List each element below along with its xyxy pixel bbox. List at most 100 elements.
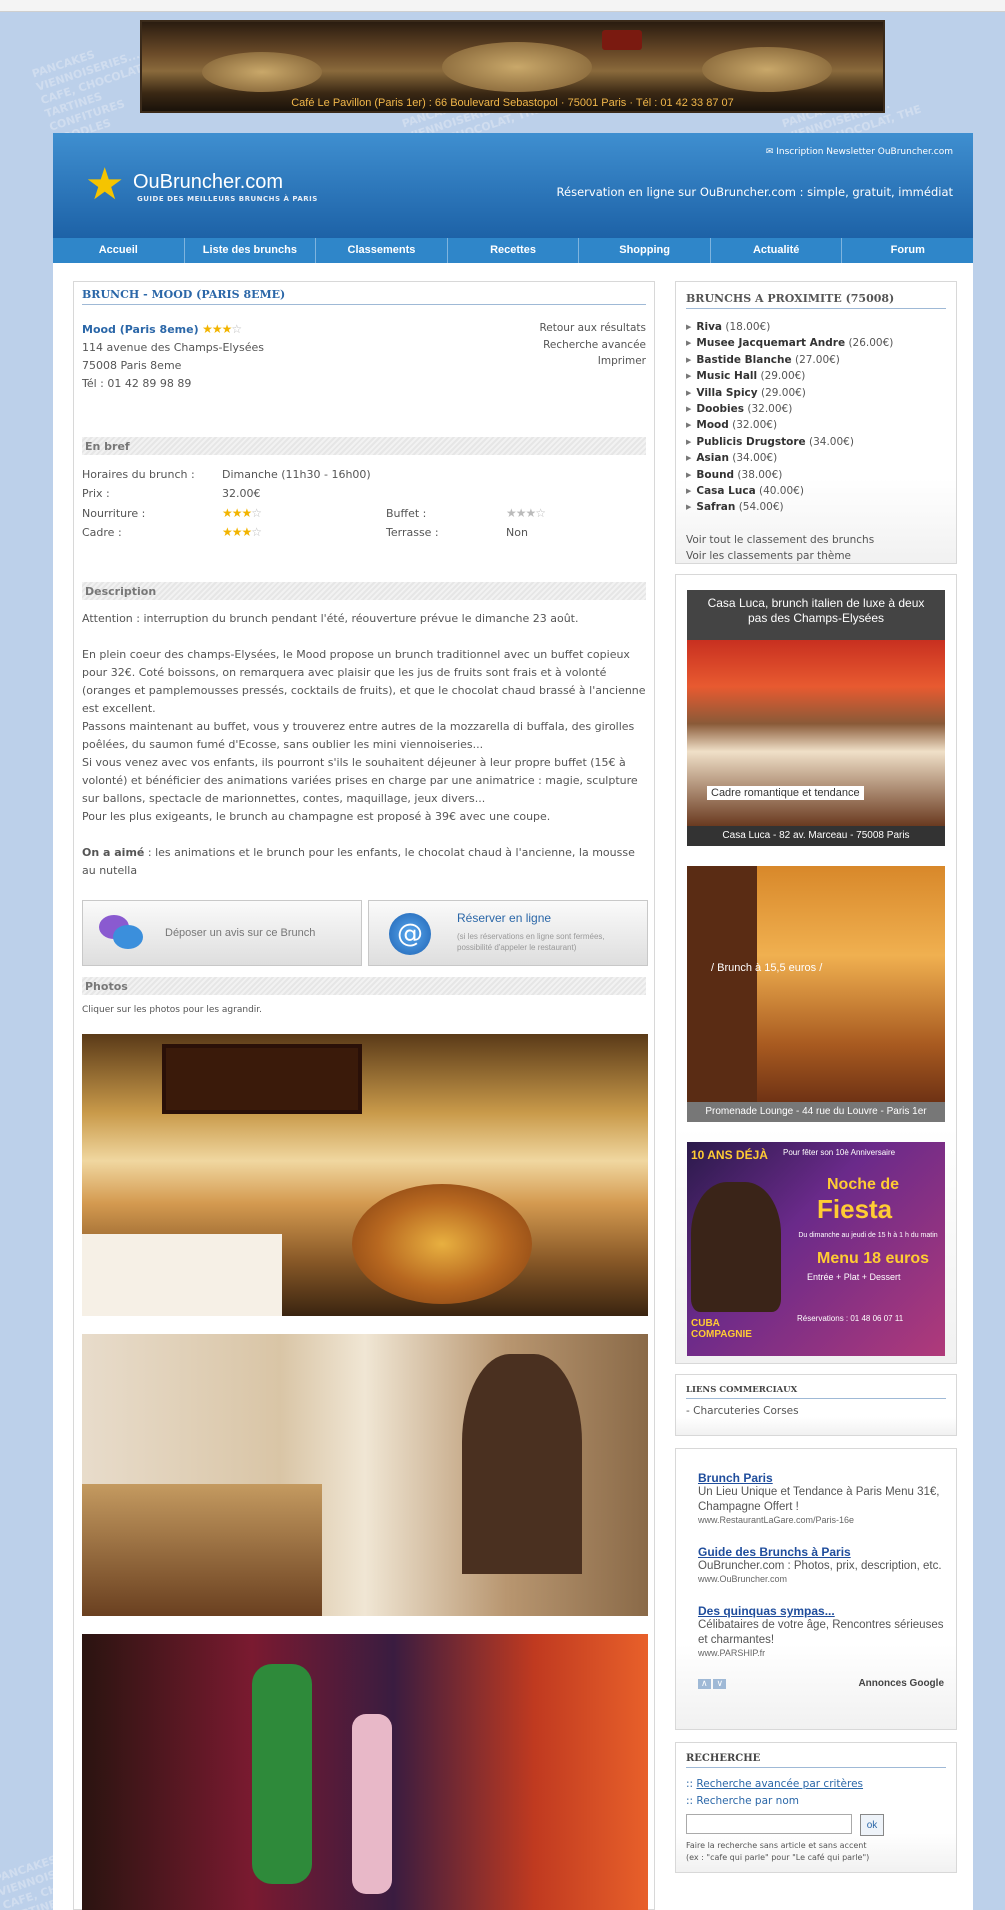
google-ad-title[interactable]: Des quinquas sympas...	[698, 1604, 944, 1618]
nav-accueil[interactable]: Accueil	[53, 238, 185, 263]
banner-caption: Café Le Pavillon (Paris 1er) : 66 Boulev…	[291, 97, 734, 109]
star-logo-icon: ★	[85, 159, 125, 210]
en-bref-heading: En bref	[82, 437, 646, 455]
description-p3: Si vous venez avec vos enfants, ils pour…	[82, 756, 638, 805]
nav-actualite[interactable]: Actualité	[711, 238, 843, 263]
proximite-item[interactable]: Doobies (32.00€)	[686, 401, 946, 417]
google-ad-url[interactable]: www.OuBruncher.com	[698, 1574, 944, 1584]
site-logo[interactable]: OuBruncher.com	[133, 171, 283, 194]
ads-box: Casa Luca, brunch italien de luxe à deux…	[675, 574, 957, 1364]
speech-bubbles-icon	[99, 913, 143, 953]
google-ad-title[interactable]: Guide des Brunchs à Paris	[698, 1545, 944, 1559]
search-input[interactable]	[686, 1814, 852, 1834]
charcuteries-corses-link[interactable]: - Charcuteries Corses	[686, 1405, 946, 1417]
see-all-rankings-link[interactable]: Voir tout le classement des brunchs	[686, 532, 946, 548]
photos-hint: Cliquer sur les photos pour les agrandir…	[82, 1005, 263, 1015]
print-link[interactable]: Imprimer	[539, 353, 646, 370]
address-line-2: 75008 Paris 8eme	[82, 359, 182, 372]
attention-text: Attention : interruption du brunch penda…	[82, 612, 579, 625]
ad-cuba-compagnie[interactable]: 10 ANS DÉJÀ Pour fêter son 10è Anniversa…	[687, 1142, 945, 1356]
search-hint-2: (ex : "cafe qui parle" pour "Le café qui…	[686, 1853, 870, 1862]
on-a-aime-text: : les animations et le brunch pour les e…	[82, 846, 635, 877]
nourriture-stars: ★★★☆	[222, 506, 262, 520]
nav-liste-brunchs[interactable]: Liste des brunchs	[185, 238, 317, 263]
nav-classements[interactable]: Classements	[316, 238, 448, 263]
at-sign-icon: @	[389, 913, 431, 955]
cadre-stars: ★★★☆	[222, 525, 262, 539]
proximite-item[interactable]: Mood (32.00€)	[686, 417, 946, 433]
google-ad-text: Un Lieu Unique et Tendance à Paris Menu …	[698, 1486, 940, 1513]
page-title: BRUNCH - MOOD (PARIS 8EME)	[82, 288, 646, 305]
terrasse-value: Non	[506, 526, 528, 539]
nav-recettes[interactable]: Recettes	[448, 238, 580, 263]
recherche-avancee-link[interactable]: Recherche avancée par critères	[696, 1778, 863, 1790]
proximite-item[interactable]: Bastide Blanche (27.00€)	[686, 352, 946, 368]
browser-top-strip	[0, 0, 1005, 12]
on-a-aime-label: On a aimé	[82, 846, 145, 859]
sidebar: BRUNCHS A PROXIMITE (75008) Riva (18.00€…	[675, 281, 957, 1873]
proximite-list: Riva (18.00€)Musee Jacquemart Andre (26.…	[686, 319, 946, 516]
proximite-item[interactable]: Publicis Drugstore (34.00€)	[686, 434, 946, 450]
cadre-label: Cadre :	[82, 526, 122, 539]
terrasse-label: Terrasse :	[386, 526, 439, 539]
page-wrapper: ★ OuBruncher.com GUIDE DES MEILLEURS BRU…	[53, 133, 973, 1910]
proximite-item[interactable]: Music Hall (29.00€)	[686, 368, 946, 384]
rating-stars: ★★★	[202, 322, 232, 336]
photo-animation-enfants[interactable]	[82, 1634, 648, 1910]
liens-commerciaux-box: LIENS COMMERCIAUX - Charcuteries Corses	[675, 1374, 957, 1436]
search-ok-button[interactable]: ok	[860, 1814, 884, 1836]
nav-shopping[interactable]: Shopping	[579, 238, 711, 263]
horaires-label: Horaires du brunch :	[82, 468, 195, 481]
proximite-item[interactable]: Riva (18.00€)	[686, 319, 946, 335]
recherche-box: RECHERCHE :: Recherche avancée par critè…	[675, 1742, 957, 1873]
restaurant-name: Mood (Paris 8eme)	[82, 323, 199, 336]
back-to-results-link[interactable]: Retour aux résultats	[539, 320, 646, 337]
proximite-item[interactable]: Casa Luca (40.00€)	[686, 483, 946, 499]
reserver-en-ligne-button[interactable]: @ Réserver en ligne (si les réservations…	[368, 900, 648, 966]
ad-arrows[interactable]: ∧ ∨	[698, 1678, 727, 1689]
proximite-item[interactable]: Musee Jacquemart Andre (26.00€)	[686, 335, 946, 351]
buffet-stars: ★★★☆	[506, 506, 546, 520]
google-ad-title[interactable]: Brunch Paris	[698, 1471, 944, 1485]
photos-heading: Photos	[82, 977, 646, 995]
main-nav: Accueil Liste des brunchs Classements Re…	[53, 238, 973, 263]
buffet-label: Buffet :	[386, 507, 427, 520]
proximite-item[interactable]: Villa Spicy (29.00€)	[686, 385, 946, 401]
prix-value: 32.00€	[222, 487, 261, 500]
photo-buffet-salle[interactable]	[82, 1334, 648, 1616]
description-p1: En plein coeur des champs-Elysées, le Mo…	[82, 648, 646, 715]
proximite-item[interactable]: Safran (54.00€)	[686, 499, 946, 515]
description-heading: Description	[82, 582, 646, 600]
description-p2: Passons maintenant au buffet, vous y tro…	[82, 720, 635, 751]
recherche-par-nom-link[interactable]: Recherche par nom	[696, 1795, 799, 1807]
google-ad-text: Célibataires de votre âge, Rencontres sé…	[698, 1619, 944, 1646]
deposer-avis-button[interactable]: Déposer un avis sur ce Brunch	[82, 900, 362, 966]
recherche-title: RECHERCHE	[686, 1753, 946, 1768]
phone: Tél : 01 42 89 98 89	[82, 377, 192, 390]
advanced-search-link[interactable]: Recherche avancée	[539, 337, 646, 354]
google-ad-text: OuBruncher.com : Photos, prix, descripti…	[698, 1560, 942, 1572]
proximite-item[interactable]: Asian (34.00€)	[686, 450, 946, 466]
horaires-value: Dimanche (11h30 - 16h00)	[222, 468, 371, 481]
nourriture-label: Nourriture :	[82, 507, 146, 520]
brunchs-proximite-box: BRUNCHS A PROXIMITE (75008) Riva (18.00€…	[675, 281, 957, 564]
ad-casa-luca[interactable]: Casa Luca, brunch italien de luxe à deux…	[687, 590, 945, 846]
google-ads-box: Brunch Paris Un Lieu Unique et Tendance à…	[675, 1448, 957, 1730]
google-ad-url[interactable]: www.RestaurantLaGare.com/Paris-16e	[698, 1515, 944, 1525]
google-ad-item: Des quinquas sympas... Célibataires de vo…	[698, 1604, 944, 1658]
top-banner-ad[interactable]: Café Le Pavillon (Paris 1er) : 66 Boulev…	[140, 20, 885, 113]
proximite-item[interactable]: Bound (38.00€)	[686, 467, 946, 483]
see-theme-rankings-link[interactable]: Voir les classements par thème	[686, 548, 946, 564]
ad-promenade-lounge[interactable]: / Brunch à 15,5 euros / Promenade Lounge…	[687, 866, 945, 1122]
google-ad-url[interactable]: www.PARSHIP.fr	[698, 1648, 944, 1658]
header-tagline: Réservation en ligne sur OuBruncher.com …	[556, 185, 953, 199]
site-header: ★ OuBruncher.com GUIDE DES MEILLEURS BRU…	[53, 133, 973, 238]
newsletter-link[interactable]: ✉ Inscription Newsletter OuBruncher.com	[766, 147, 953, 157]
photo-buffet-fruits[interactable]	[82, 1034, 648, 1316]
mail-icon: ✉	[765, 147, 777, 157]
site-logo-subtitle: GUIDE DES MEILLEURS BRUNCHS À PARIS	[137, 195, 318, 203]
proximite-title: BRUNCHS A PROXIMITE (75008)	[686, 292, 946, 309]
nav-forum[interactable]: Forum	[842, 238, 973, 263]
liens-title: LIENS COMMERCIAUX	[686, 1385, 946, 1399]
google-ad-item: Guide des Brunchs à Paris OuBruncher.com …	[698, 1545, 944, 1584]
